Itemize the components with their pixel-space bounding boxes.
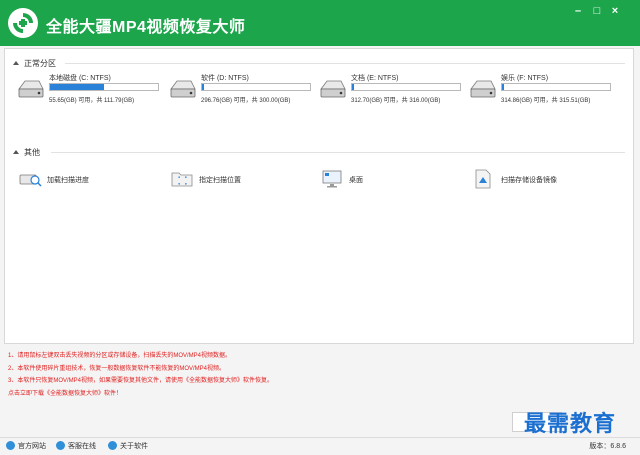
minimize-button[interactable]: – [570,4,586,18]
desktop-icon [322,170,342,188]
hard-drive-icon [470,80,496,98]
collapse-triangle-icon[interactable] [13,61,19,65]
version-label: 版本：6.8.6 [589,443,626,450]
drive-name: 文档 (E: NTFS) [351,75,399,82]
drive-usage-bar [351,83,461,91]
info-icon [108,441,117,450]
main-panel: 正常分区 本地磁盘 (C: NTFS) 55.65(GB) 可用，共 111.7… [4,48,634,344]
collapse-triangle-icon[interactable] [13,150,19,154]
drive-usage-bar [501,83,611,91]
drive-f[interactable]: 娱乐 (F: NTFS) 314.86(GB) 可用，共 315.51(GB) [469,73,619,113]
hard-drive-icon [320,80,346,98]
drive-usage-fill [502,84,504,90]
drive-space-info: 296.76(GB) 可用，共 300.00(GB) [201,98,291,104]
section-divider [65,63,625,64]
drive-usage-bar [201,83,311,91]
drive-usage-fill [352,84,354,90]
tool-label: 加载扫描进度 [47,177,89,184]
online-support-link[interactable]: 客服在线 [56,441,96,451]
about-link[interactable]: 关于软件 [108,441,148,451]
drive-space-info: 55.65(GB) 可用，共 111.79(GB) [49,98,135,104]
download-link[interactable]: 点击立即下载《全能数据恢复大师》软件！ [8,388,608,401]
drive-c[interactable]: 本地磁盘 (C: NTFS) 55.65(GB) 可用，共 111.79(GB) [17,73,167,113]
title-bar: 全能大疆MP4视频恢复大师 – □ × [0,0,640,46]
tool-label: 指定扫描位置 [199,177,241,184]
partitions-section-title: 正常分区 [13,58,56,69]
chat-icon [56,441,65,450]
other-section-title: 其他 [13,147,40,158]
drive-e[interactable]: 文档 (E: NTFS) 312.70(GB) 可用，共 316.00(GB) [319,73,469,113]
drive-name: 娱乐 (F: NTFS) [501,75,549,82]
drive-name: 软件 (D: NTFS) [201,75,249,82]
recover-arrows-icon [8,8,38,38]
help-notes: 1、请用鼠标左键双击丢失视频的分区或存储设备，扫描丢失的MOV/MP4视频数据。… [8,350,608,400]
drive-d[interactable]: 软件 (D: NTFS) 296.76(GB) 可用，共 300.00(GB) [169,73,319,113]
tool-label: 扫描存储设备镜像 [501,177,557,184]
section-divider [51,152,625,153]
app-title: 全能大疆MP4视频恢复大师 [46,19,246,36]
watermark: 最需教育 [524,411,617,437]
drive-space-info: 314.86(GB) 可用，共 315.51(GB) [501,98,591,104]
note-line: 3、本软件只恢复MOV/MP4视频，如果需要恢复其他文件，请使用《全能数据恢复大… [8,378,274,384]
maximize-button[interactable]: □ [589,4,605,18]
load-progress-icon [19,174,42,187]
status-bar: 官方网站 客服在线 关于软件 版本：6.8.6 [0,437,640,455]
note-line: 1、请用鼠标左键双击丢失视频的分区或存储设备，扫描丢失的MOV/MP4视频数据。 [8,353,232,359]
home-icon [6,441,15,450]
device-image-icon [475,169,491,189]
note-line: 2、本软件使用碎片重组技术，恢复一般数据恢复软件不能恢复的MOV/MP4视频。 [8,365,226,372]
official-site-link[interactable]: 官方网站 [6,441,46,451]
drive-usage-bar [49,83,159,91]
tool-label: 桌面 [349,177,363,184]
scan-location-icon [171,172,193,187]
drive-name: 本地磁盘 (C: NTFS) [49,75,111,82]
drive-usage-fill [50,84,104,90]
close-button[interactable]: × [607,4,623,18]
drive-space-info: 312.70(GB) 可用，共 316.00(GB) [351,98,441,104]
hard-drive-icon [170,80,196,98]
drive-usage-fill [202,84,204,90]
hard-drive-icon [18,80,44,98]
